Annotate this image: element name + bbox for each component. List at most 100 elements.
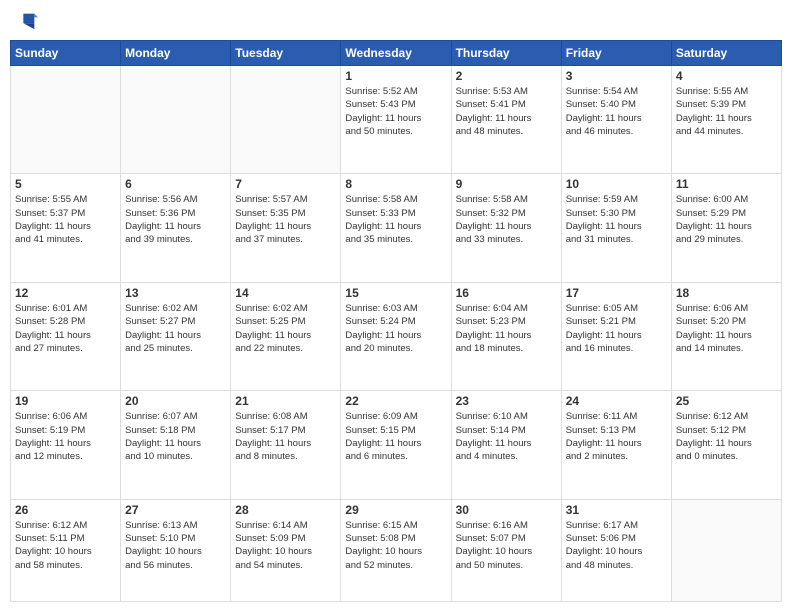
calendar-cell: 6 Sunrise: 5:56 AM Sunset: 5:36 PM Daylig…: [121, 174, 231, 282]
calendar-cell: 31 Sunrise: 6:17 AM Sunset: 5:06 PM Dayli…: [561, 499, 671, 601]
calendar-cell: [11, 66, 121, 174]
day-info: Sunrise: 6:15 AM Sunset: 5:08 PM Dayligh…: [345, 519, 446, 572]
day-number: 4: [676, 69, 777, 83]
calendar-cell: 23 Sunrise: 6:10 AM Sunset: 5:14 PM Dayli…: [451, 391, 561, 499]
day-number: 7: [235, 177, 336, 191]
day-number: 2: [456, 69, 557, 83]
calendar-cell: 22Sunrise: 6:09 AM Sunset: 5:15 PM Dayli…: [341, 391, 451, 499]
day-number: 6: [125, 177, 226, 191]
weekday-header-sunday: Sunday: [11, 41, 121, 66]
day-info: Sunrise: 6:11 AM Sunset: 5:13 PM Dayligh…: [566, 410, 667, 463]
day-info: Sunrise: 6:17 AM Sunset: 5:06 PM Dayligh…: [566, 519, 667, 572]
calendar-cell: 9Sunrise: 5:58 AM Sunset: 5:32 PM Daylig…: [451, 174, 561, 282]
day-info: Sunrise: 6:02 AM Sunset: 5:25 PM Dayligh…: [235, 302, 336, 355]
calendar-cell: 14 Sunrise: 6:02 AM Sunset: 5:25 PM Dayli…: [231, 282, 341, 390]
calendar-cell: 15 Sunrise: 6:03 AM Sunset: 5:24 PM Dayli…: [341, 282, 451, 390]
calendar-cell: 13Sunrise: 6:02 AM Sunset: 5:27 PM Dayli…: [121, 282, 231, 390]
day-info: Sunrise: 5:54 AM Sunset: 5:40 PM Dayligh…: [566, 85, 667, 138]
day-info: Sunrise: 5:52 AM Sunset: 5:43 PM Dayligh…: [345, 85, 446, 138]
calendar-cell: 30 Sunrise: 6:16 AM Sunset: 5:07 PM Dayli…: [451, 499, 561, 601]
day-number: 22: [345, 394, 446, 408]
day-info: Sunrise: 6:03 AM Sunset: 5:24 PM Dayligh…: [345, 302, 446, 355]
weekday-header-saturday: Saturday: [671, 41, 781, 66]
day-number: 21: [235, 394, 336, 408]
calendar-cell: 20 Sunrise: 6:07 AM Sunset: 5:18 PM Dayli…: [121, 391, 231, 499]
day-number: 20: [125, 394, 226, 408]
day-info: Sunrise: 6:10 AM Sunset: 5:14 PM Dayligh…: [456, 410, 557, 463]
calendar-cell: 5 Sunrise: 5:55 AM Sunset: 5:37 PM Daylig…: [11, 174, 121, 282]
day-number: 10: [566, 177, 667, 191]
calendar-cell: [231, 66, 341, 174]
day-number: 19: [15, 394, 116, 408]
day-info: Sunrise: 6:00 AM Sunset: 5:29 PM Dayligh…: [676, 193, 777, 246]
day-info: Sunrise: 6:06 AM Sunset: 5:19 PM Dayligh…: [15, 410, 116, 463]
calendar-cell: 4 Sunrise: 5:55 AM Sunset: 5:39 PM Daylig…: [671, 66, 781, 174]
calendar-cell: 27Sunrise: 6:13 AM Sunset: 5:10 PM Dayli…: [121, 499, 231, 601]
day-info: Sunrise: 6:06 AM Sunset: 5:20 PM Dayligh…: [676, 302, 777, 355]
day-info: Sunrise: 5:59 AM Sunset: 5:30 PM Dayligh…: [566, 193, 667, 246]
day-number: 11: [676, 177, 777, 191]
calendar-week-4: 19 Sunrise: 6:06 AM Sunset: 5:19 PM Dayli…: [11, 391, 782, 499]
day-info: Sunrise: 5:56 AM Sunset: 5:36 PM Dayligh…: [125, 193, 226, 246]
calendar-cell: 24 Sunrise: 6:11 AM Sunset: 5:13 PM Dayli…: [561, 391, 671, 499]
day-number: 8: [345, 177, 446, 191]
calendar-cell: 16 Sunrise: 6:04 AM Sunset: 5:23 PM Dayli…: [451, 282, 561, 390]
day-number: 14: [235, 286, 336, 300]
weekday-header-thursday: Thursday: [451, 41, 561, 66]
calendar-cell: 25 Sunrise: 6:12 AM Sunset: 5:12 PM Dayli…: [671, 391, 781, 499]
day-number: 23: [456, 394, 557, 408]
day-info: Sunrise: 6:02 AM Sunset: 5:27 PM Dayligh…: [125, 302, 226, 355]
day-number: 3: [566, 69, 667, 83]
calendar-cell: [121, 66, 231, 174]
calendar-cell: 1 Sunrise: 5:52 AM Sunset: 5:43 PM Daylig…: [341, 66, 451, 174]
day-number: 17: [566, 286, 667, 300]
day-number: 18: [676, 286, 777, 300]
day-info: Sunrise: 6:12 AM Sunset: 5:11 PM Dayligh…: [15, 519, 116, 572]
day-info: Sunrise: 6:05 AM Sunset: 5:21 PM Dayligh…: [566, 302, 667, 355]
day-number: 28: [235, 503, 336, 517]
day-info: Sunrise: 6:08 AM Sunset: 5:17 PM Dayligh…: [235, 410, 336, 463]
calendar-week-5: 26 Sunrise: 6:12 AM Sunset: 5:11 PM Dayli…: [11, 499, 782, 601]
day-number: 26: [15, 503, 116, 517]
weekday-header-wednesday: Wednesday: [341, 41, 451, 66]
calendar-cell: 18 Sunrise: 6:06 AM Sunset: 5:20 PM Dayli…: [671, 282, 781, 390]
day-info: Sunrise: 5:57 AM Sunset: 5:35 PM Dayligh…: [235, 193, 336, 246]
day-info: Sunrise: 6:12 AM Sunset: 5:12 PM Dayligh…: [676, 410, 777, 463]
day-number: 16: [456, 286, 557, 300]
day-info: Sunrise: 6:13 AM Sunset: 5:10 PM Dayligh…: [125, 519, 226, 572]
day-number: 30: [456, 503, 557, 517]
logo-icon: [16, 10, 38, 32]
calendar-cell: [671, 499, 781, 601]
calendar-cell: 21 Sunrise: 6:08 AM Sunset: 5:17 PM Dayli…: [231, 391, 341, 499]
calendar-cell: 19 Sunrise: 6:06 AM Sunset: 5:19 PM Dayli…: [11, 391, 121, 499]
day-number: 15: [345, 286, 446, 300]
calendar-cell: 11 Sunrise: 6:00 AM Sunset: 5:29 PM Dayli…: [671, 174, 781, 282]
calendar-week-3: 12Sunrise: 6:01 AM Sunset: 5:28 PM Dayli…: [11, 282, 782, 390]
calendar-cell: 28Sunrise: 6:14 AM Sunset: 5:09 PM Dayli…: [231, 499, 341, 601]
calendar-cell: 7 Sunrise: 5:57 AM Sunset: 5:35 PM Daylig…: [231, 174, 341, 282]
weekday-header-tuesday: Tuesday: [231, 41, 341, 66]
day-info: Sunrise: 5:55 AM Sunset: 5:39 PM Dayligh…: [676, 85, 777, 138]
header: [10, 10, 782, 32]
calendar-cell: 26 Sunrise: 6:12 AM Sunset: 5:11 PM Dayli…: [11, 499, 121, 601]
weekday-header-monday: Monday: [121, 41, 231, 66]
day-info: Sunrise: 5:55 AM Sunset: 5:37 PM Dayligh…: [15, 193, 116, 246]
calendar-cell: 8Sunrise: 5:58 AM Sunset: 5:33 PM Daylig…: [341, 174, 451, 282]
day-info: Sunrise: 6:04 AM Sunset: 5:23 PM Dayligh…: [456, 302, 557, 355]
calendar-cell: 3 Sunrise: 5:54 AM Sunset: 5:40 PM Daylig…: [561, 66, 671, 174]
day-number: 24: [566, 394, 667, 408]
day-number: 25: [676, 394, 777, 408]
calendar-week-2: 5 Sunrise: 5:55 AM Sunset: 5:37 PM Daylig…: [11, 174, 782, 282]
page: SundayMondayTuesdayWednesdayThursdayFrid…: [0, 0, 792, 612]
day-number: 31: [566, 503, 667, 517]
day-number: 29: [345, 503, 446, 517]
day-info: Sunrise: 6:16 AM Sunset: 5:07 PM Dayligh…: [456, 519, 557, 572]
logo: [14, 10, 38, 32]
calendar-week-1: 1 Sunrise: 5:52 AM Sunset: 5:43 PM Daylig…: [11, 66, 782, 174]
day-number: 1: [345, 69, 446, 83]
day-info: Sunrise: 6:07 AM Sunset: 5:18 PM Dayligh…: [125, 410, 226, 463]
day-number: 9: [456, 177, 557, 191]
calendar-cell: 17 Sunrise: 6:05 AM Sunset: 5:21 PM Dayli…: [561, 282, 671, 390]
calendar-cell: 12Sunrise: 6:01 AM Sunset: 5:28 PM Dayli…: [11, 282, 121, 390]
day-number: 5: [15, 177, 116, 191]
